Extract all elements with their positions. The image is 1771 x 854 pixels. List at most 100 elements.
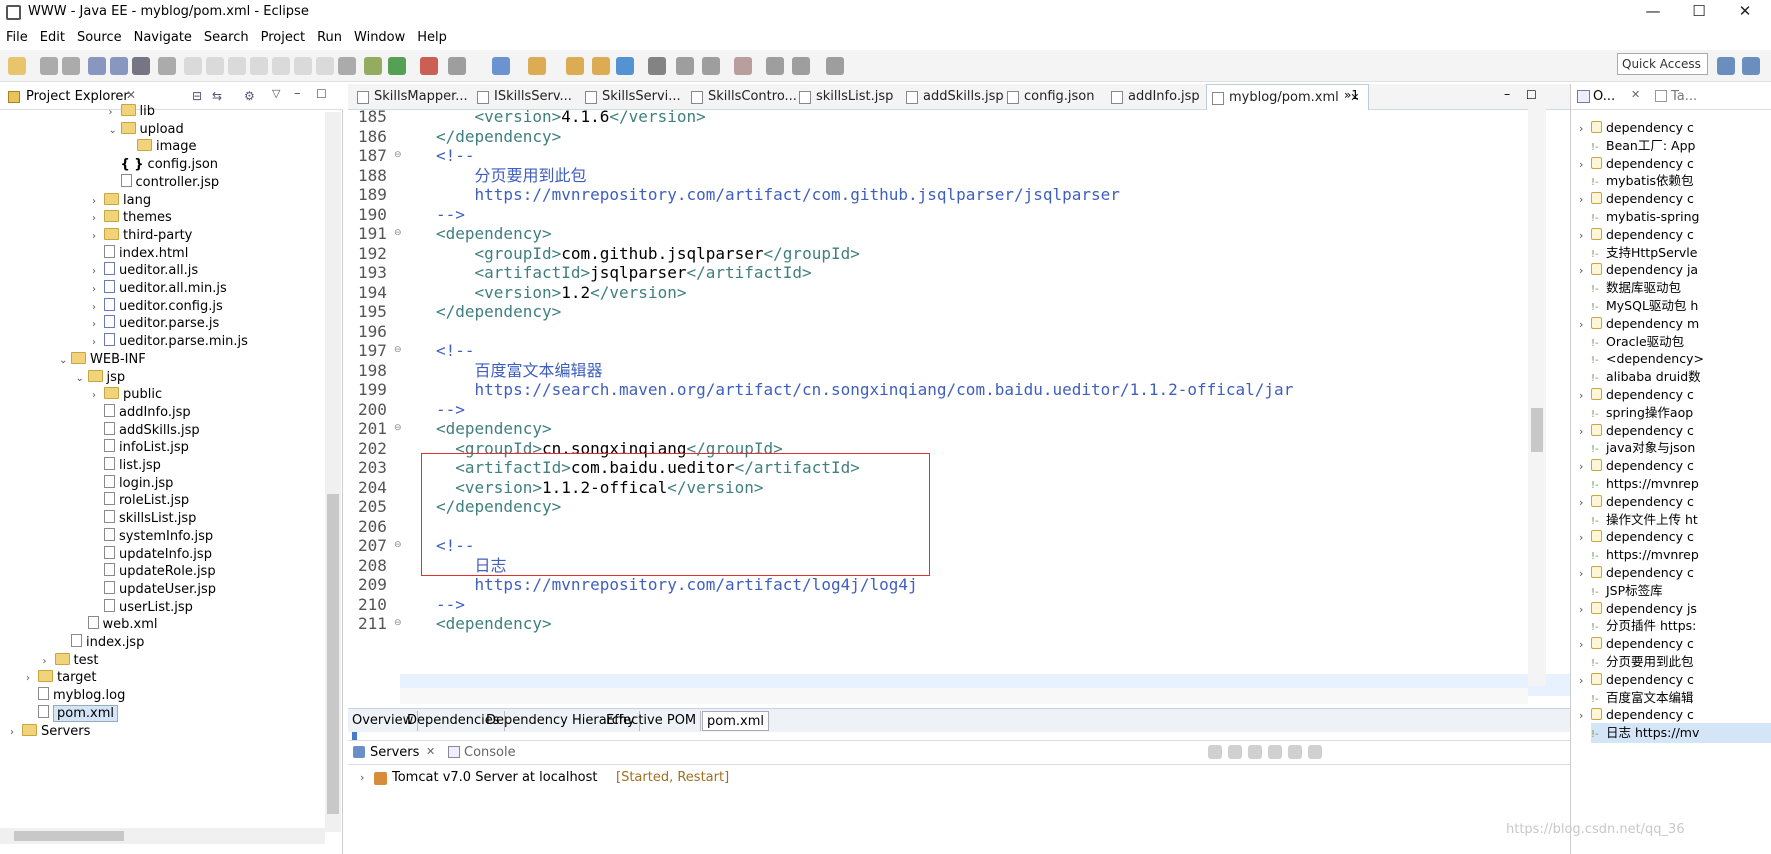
menu-file[interactable]: File (0, 26, 34, 45)
toolbar-button-icon[interactable] (792, 57, 810, 75)
chevron-icon[interactable]: › (1579, 671, 1591, 690)
maximize-editor-icon[interactable]: ☐ (1526, 88, 1537, 102)
toolbar-button-icon[interactable] (616, 57, 634, 75)
chevron-icon[interactable]: ⌄ (59, 351, 71, 371)
menu-navigate[interactable]: Navigate (128, 26, 198, 45)
chevron-icon[interactable]: › (1579, 119, 1591, 138)
fold-toggle-icon[interactable]: ⊖ (394, 423, 402, 433)
minimize-button[interactable]: — (1630, 2, 1676, 20)
toolbar-button-icon[interactable] (702, 57, 720, 75)
toolbar-button-icon[interactable] (448, 57, 466, 75)
server-action-icon[interactable] (1228, 745, 1242, 759)
scrollbar-thumb[interactable] (327, 494, 339, 814)
minimize-view-icon[interactable]: – (294, 86, 301, 101)
perspective-icon[interactable] (1742, 57, 1760, 75)
toolbar-button-icon[interactable] (676, 57, 694, 75)
editor-scrollbar-thumb[interactable] (1531, 408, 1543, 452)
collapse-all-icon[interactable]: ⊟ (192, 89, 202, 103)
toolbar-button-icon[interactable] (158, 57, 176, 75)
toolbar-button-icon[interactable] (184, 57, 202, 75)
toolbar-button-icon[interactable] (294, 57, 312, 75)
toolbar-button-icon[interactable] (40, 57, 58, 75)
tab-servers[interactable]: Servers (370, 745, 419, 760)
menu-edit[interactable]: Edit (34, 26, 71, 45)
editor-horizontal-scrollbar[interactable] (400, 688, 1528, 704)
toolbar-button-icon[interactable] (388, 57, 406, 75)
toolbar-button-icon[interactable] (110, 57, 128, 75)
minimize-editor-icon[interactable]: – (1504, 86, 1510, 101)
menu-run[interactable]: Run (311, 26, 348, 45)
chevron-icon[interactable]: › (1579, 564, 1591, 583)
toolbar-button-icon[interactable] (592, 57, 610, 75)
editor-tab[interactable]: skillsList.jsp (794, 84, 893, 110)
expand-icon[interactable]: › (360, 771, 364, 784)
toolbar-button-icon[interactable] (364, 57, 382, 75)
chevron-icon[interactable]: › (1579, 226, 1591, 245)
tab-outline[interactable]: O... (1593, 89, 1615, 104)
menu-window[interactable]: Window (348, 26, 411, 45)
toolbar-button-icon[interactable] (228, 57, 246, 75)
close-icon[interactable]: ✕ (1631, 88, 1640, 101)
chevron-icon[interactable]: ⌄ (76, 369, 88, 389)
menu-search[interactable]: Search (198, 26, 255, 45)
chevron-icon[interactable]: › (1579, 457, 1591, 476)
tab-console[interactable]: Console (464, 745, 516, 760)
chevron-icon[interactable]: › (10, 723, 22, 743)
tree-item[interactable]: › Servers (10, 722, 90, 742)
chevron-icon[interactable]: ⌄ (109, 121, 121, 141)
toolbar-button-icon[interactable] (766, 57, 784, 75)
toolbar-button-icon[interactable] (272, 57, 290, 75)
server-action-icon[interactable] (1208, 745, 1222, 759)
view-menu-icon[interactable]: ▽ (272, 87, 280, 100)
server-action-icon[interactable] (1308, 745, 1322, 759)
chevron-icon[interactable]: › (1579, 386, 1591, 405)
toolbar-button-icon[interactable] (826, 57, 844, 75)
chevron-icon[interactable]: › (1579, 261, 1591, 280)
menu-help[interactable]: Help (411, 26, 453, 45)
chevron-icon[interactable]: › (1579, 635, 1591, 654)
chevron-icon[interactable]: › (1579, 155, 1591, 174)
toolbar-button-icon[interactable] (8, 57, 26, 75)
toolbar-button-icon[interactable] (528, 57, 546, 75)
menu-source[interactable]: Source (71, 26, 128, 45)
chevron-icon[interactable]: › (1579, 528, 1591, 547)
toolbar-button-icon[interactable] (132, 57, 150, 75)
pom-tab[interactable]: Effective POM (602, 711, 702, 731)
editor-tab[interactable]: config.json (1002, 84, 1095, 110)
perspective-icon[interactable] (1717, 57, 1735, 75)
maximize-view-icon[interactable]: ☐ (316, 87, 327, 101)
toolbar-button-icon[interactable] (316, 57, 334, 75)
chevron-icon[interactable]: › (1579, 422, 1591, 441)
chevron-icon[interactable]: › (1579, 315, 1591, 334)
toolbar-button-icon[interactable] (206, 57, 224, 75)
editor-vertical-scrollbar[interactable] (1528, 106, 1546, 686)
toolbar-button-icon[interactable] (734, 57, 752, 75)
server-name[interactable]: Tomcat v7.0 Server at localhost (392, 770, 598, 785)
chevron-icon[interactable]: › (1579, 600, 1591, 619)
toolbar-button-icon[interactable] (420, 57, 438, 75)
menu-project[interactable]: Project (255, 26, 311, 45)
pom-tab[interactable]: pom.xml (702, 711, 769, 731)
link-editor-icon[interactable]: ⇆ (212, 89, 222, 103)
close-icon[interactable]: ✕ (126, 88, 136, 102)
scrollbar-thumb[interactable] (14, 831, 124, 841)
toolbar-button-icon[interactable] (250, 57, 268, 75)
fold-toggle-icon[interactable]: ⊖ (394, 618, 402, 628)
outline-item[interactable]: !- 日志 https://mv (1591, 723, 1771, 744)
close-icon[interactable]: ✕ (426, 745, 435, 758)
chevron-icon[interactable]: › (1579, 190, 1591, 209)
editor-tab[interactable]: addSkills.jsp (901, 84, 1004, 110)
close-button[interactable]: ✕ (1722, 2, 1768, 20)
filter-icon[interactable]: ⚙ (244, 89, 255, 103)
chevron-icon[interactable]: › (1579, 706, 1591, 725)
toolbar-button-icon[interactable] (62, 57, 80, 75)
fold-toggle-icon[interactable]: ⊖ (394, 228, 402, 238)
chevron-icon[interactable]: › (1579, 493, 1591, 512)
server-action-icon[interactable] (1248, 745, 1262, 759)
fold-toggle-icon[interactable]: ⊖ (394, 345, 402, 355)
quick-access-input[interactable]: Quick Access (1617, 53, 1708, 75)
tab-overflow-indicator[interactable]: »1 (1344, 88, 1359, 102)
toolbar-button-icon[interactable] (88, 57, 106, 75)
tab-task-list[interactable]: Ta... (1671, 89, 1697, 104)
fold-toggle-icon[interactable]: ⊖ (394, 150, 402, 160)
